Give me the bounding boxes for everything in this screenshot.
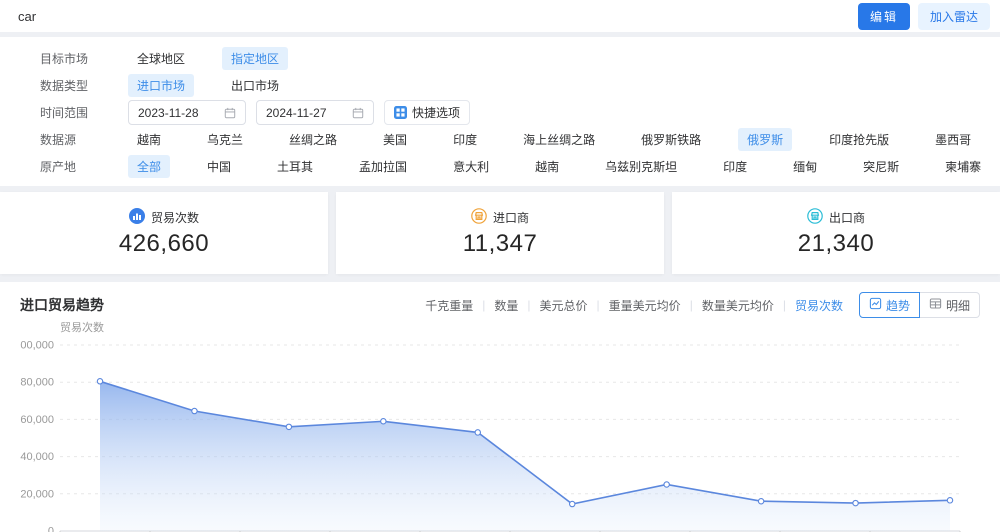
start-date-input-value: 2023-11-28 [138,105,199,120]
separator: | [482,298,486,312]
filter-option-origin[interactable]: 乌兹别克斯坦 [596,155,686,178]
filter-row-target-market: 目标市场 全球地区 指定地区 [40,45,980,72]
filter-label-time-range: 时间范围 [40,106,89,120]
filter-row-data-type: 数据类型 进口市场 出口市场 [40,72,980,99]
topbar: car 编辑 加入雷达 [0,0,1000,32]
end-date-input-value: 2024-11-27 [266,105,327,120]
chart-title: 进口贸易趋势 [20,297,104,313]
filter-label-data-source: 数据源 [40,133,77,147]
filter-option-data-type[interactable]: 出口市场 [222,74,288,97]
filter-option-origin[interactable]: 越南 [526,155,568,178]
table-grid-icon [929,297,942,313]
filter-row-data-source: 数据源越南乌克兰丝绸之路美国印度海上丝绸之路俄罗斯铁路俄罗斯印度抢先版墨西哥哈萨… [40,126,980,153]
end-date-input[interactable]: 2024-11-27 [256,100,374,125]
filter-options-data-type: 进口市场 出口市场 [128,74,980,97]
stat-label: 进口商 [492,211,529,225]
svg-text:100,000: 100,000 [20,340,54,352]
filter-label-origin: 原产地 [40,160,77,174]
topbar-actions: 编辑 加入雷达 [857,2,990,30]
trend-chart-icon [869,297,882,313]
chart-panel: 进口贸易趋势 千克重量 | 数量 | 美元总价 | 重量美元均价 | 数量美元均价 | 贸易次数 趋… [0,282,1000,532]
stat-card-exporters: 出口商 21,340 [672,192,1000,274]
filter-option-data-source[interactable]: 海上丝绸之路 [514,128,604,151]
metric-toolbar: 千克重量 | 数量 | 美元总价 | 重量美元均价 | 数量美元均价 | 贸易次数 [425,297,843,314]
metric-4[interactable]: 重量美元均价 [609,297,681,314]
separator: | [782,298,786,312]
filter-option-data-source[interactable]: 越南 [128,128,170,151]
filter-option-origin[interactable]: 土耳其 [268,155,322,178]
page-title: car [18,8,37,24]
quick-options-label: 快捷选项 [412,106,461,120]
stat-label: 贸易次数 [150,211,199,225]
calendar-icon [352,107,364,119]
filter-option-target-market[interactable]: 全球地区 [128,47,194,70]
svg-text:贸易次数: 贸易次数 [60,320,104,334]
separator: | [596,298,600,312]
edit-button[interactable]: 编辑 [857,2,910,30]
separator: | [527,298,531,312]
metric-6[interactable]: 贸易次数 [795,297,843,314]
filter-option-origin[interactable]: 柬埔寨 [936,155,990,178]
filter-option-data-source[interactable]: 美国 [374,128,416,151]
filter-option-origin[interactable]: 意大利 [444,155,498,178]
filter-option-origin[interactable]: 中国 [198,155,240,178]
trend-view-button[interactable]: 趋势 [858,292,920,318]
filter-option-data-source[interactable]: 乌克兰 [198,128,252,151]
filter-option-data-source[interactable]: 墨西哥 [926,128,980,151]
svg-text:80,000: 80,000 [20,377,54,389]
svg-text:40,000: 40,000 [20,451,54,463]
stat-value: 426,660 [118,230,210,257]
calendar-icon [224,107,236,119]
filter-row-origin: 原产地全部中国土耳其孟加拉国意大利越南乌兹别克斯坦印度缅甸突尼斯柬埔寨德国保加利… [40,153,981,180]
bar-chart-icon [128,208,145,227]
filter-label-data-type: 数据类型 [40,79,89,93]
filter-panel: 目标市场 全球地区 指定地区 数据类型 进口市场 出口市场 时间范围 2023-11-28 20… [0,37,1000,186]
stat-card-importers: 进口商 11,347 [336,192,664,274]
metric-3[interactable]: 美元总价 [540,297,588,314]
filter-options-data-source: 越南乌克兰丝绸之路美国印度海上丝绸之路俄罗斯铁路俄罗斯印度抢先版墨西哥哈萨克斯坦… [128,128,1000,151]
filter-options-origin: 全部中国土耳其孟加拉国意大利越南乌兹别克斯坦印度缅甸突尼斯柬埔寨德国保加利亚葡萄… [128,155,1000,178]
filter-option-target-market[interactable]: 指定地区 [222,47,289,70]
svg-text:60,000: 60,000 [20,414,54,426]
filter-options-target-market: 全球地区 指定地区 [128,47,980,70]
filter-option-data-source[interactable]: 俄罗斯 [738,128,793,151]
chart-body: 贸易次数020,00040,00060,00080,000100,0002023… [14,320,980,532]
stat-value: 21,340 [797,230,875,257]
filter-label-target-market: 目标市场 [40,52,89,66]
trend-area-chart: 贸易次数020,00040,00060,00080,000100,0002023… [14,320,961,532]
start-date-input[interactable]: 2023-11-28 [128,100,246,125]
filter-option-origin[interactable]: 印度 [714,155,756,178]
filter-option-data-source[interactable]: 丝绸之路 [280,128,346,151]
filter-option-origin[interactable]: 缅甸 [784,155,826,178]
add-to-radar-button[interactable]: 加入雷达 [917,2,990,30]
filter-option-data-source[interactable]: 印度抢先版 [820,128,898,151]
importer-store-icon [471,208,487,227]
stats-row: 贸易次数 426,660 进口商 11,347 出口商 21,340 [0,192,1000,274]
detail-view-button[interactable]: 明细 [919,292,980,318]
filter-row-time-range: 时间范围 2023-11-28 2024-11-27 快捷选项 [40,99,980,126]
filter-option-origin[interactable]: 全部 [128,155,171,178]
svg-text:0: 0 [48,526,54,532]
stat-value: 11,347 [462,230,538,257]
metric-5[interactable]: 数量美元均价 [702,297,774,314]
filter-option-origin[interactable]: 突尼斯 [854,155,908,178]
stat-label: 出口商 [828,211,865,225]
filter-option-data-type[interactable]: 进口市场 [128,74,195,97]
separator: | [689,298,693,312]
metric-1[interactable]: 千克重量 [425,297,473,314]
filter-option-data-source[interactable]: 印度 [444,128,486,151]
chart-header: 进口贸易趋势 千克重量 | 数量 | 美元总价 | 重量美元均价 | 数量美元均价 | 贸易次数 趋… [20,292,980,318]
filter-option-data-source[interactable]: 俄罗斯铁路 [632,128,710,151]
view-switcher: 趋势 明细 [858,292,980,318]
quick-options-button[interactable]: 快捷选项 [384,100,471,125]
filter-options-time-range: 2023-11-28 2024-11-27 快捷选项 [128,100,980,125]
svg-text:20,000: 20,000 [20,488,54,500]
exporter-store-icon [807,208,823,227]
filter-option-origin[interactable]: 孟加拉国 [350,155,416,178]
quick-options-icon [394,106,407,119]
stat-card-trade-count: 贸易次数 426,660 [0,192,328,274]
metric-2[interactable]: 数量 [494,297,518,314]
